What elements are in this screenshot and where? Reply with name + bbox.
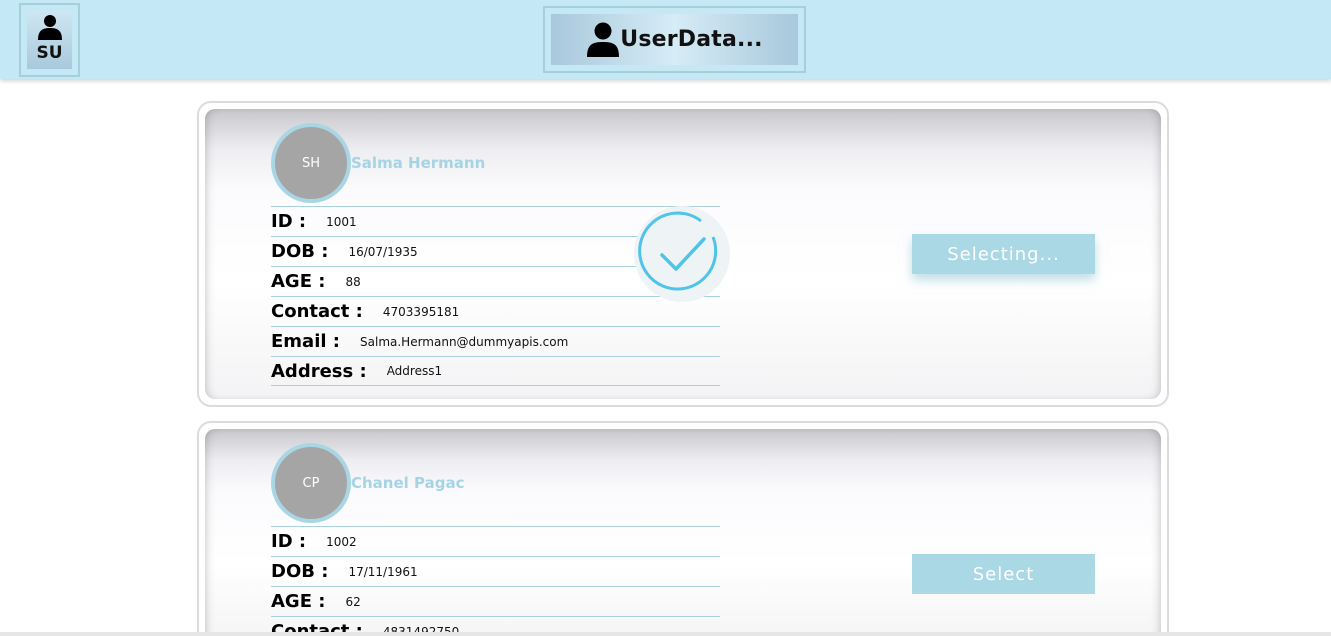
avatar-initials: SH: [301, 155, 321, 171]
detail-label: ID :: [271, 211, 307, 232]
detail-row-dob: DOB : 17/11/1961: [271, 556, 720, 586]
detail-label: DOB :: [271, 561, 329, 582]
user-card-body: CP Chanel Pagac ID : 1002 DOB : 17/11/19…: [205, 429, 1161, 636]
detail-label: Address :: [271, 360, 367, 382]
user-card: CP Chanel Pagac ID : 1002 DOB : 17/11/19…: [197, 421, 1169, 636]
detail-label: AGE :: [271, 591, 326, 612]
user-badge-button[interactable]: SU: [19, 3, 80, 77]
detail-row-address: Address : Address1: [271, 356, 720, 386]
detail-label: AGE :: [271, 271, 326, 292]
detail-label: ID :: [271, 531, 307, 552]
avatar: CP: [271, 443, 351, 523]
select-button[interactable]: Select: [912, 554, 1095, 594]
app-header: SU UserData...: [0, 0, 1331, 79]
user-name: Salma Hermann: [351, 154, 486, 172]
avatar: SH: [271, 123, 351, 203]
detail-label: Email :: [271, 331, 341, 352]
user-badge-label: SU: [36, 43, 63, 63]
user-card-body: SH Salma Hermann ID : 1001 DOB : 16/07/1…: [205, 109, 1161, 399]
detail-value: 4703395181: [382, 304, 460, 319]
detail-value: 16/07/1935: [348, 244, 418, 259]
title-inner: UserData...: [551, 14, 798, 65]
detail-value: Address1: [386, 364, 443, 378]
detail-row-age: AGE : 62: [271, 586, 720, 616]
detail-value: Salma.Hermann@dummyapis.com: [360, 334, 569, 349]
select-button[interactable]: Selecting...: [912, 234, 1095, 274]
detail-row-id: ID : 1002: [271, 526, 720, 556]
detail-label: Contact :: [271, 301, 363, 322]
user-icon: [37, 15, 62, 40]
title-box: UserData...: [543, 6, 806, 73]
detail-value: 88: [345, 274, 361, 289]
user-name: Chanel Pagac: [351, 474, 465, 492]
detail-row-email: Email : Salma.Hermann@dummyapis.com: [271, 326, 720, 356]
detail-value: 1001: [326, 214, 357, 229]
avatar-initials: CP: [302, 475, 320, 491]
user-details: ID : 1002 DOB : 17/11/1961 AGE : 62 Cont…: [271, 526, 720, 636]
user-icon: [587, 22, 620, 57]
detail-value: 1002: [326, 534, 357, 549]
checkmark-icon: [634, 206, 730, 302]
user-badge: SU: [27, 11, 72, 69]
user-card: SH Salma Hermann ID : 1001 DOB : 16/07/1…: [197, 101, 1169, 407]
horizontal-scrollbar[interactable]: [0, 632, 1331, 636]
detail-value: 17/11/1961: [348, 564, 418, 579]
detail-value: 62: [345, 594, 361, 609]
detail-label: DOB :: [271, 241, 329, 262]
page-title: UserData...: [620, 27, 763, 52]
